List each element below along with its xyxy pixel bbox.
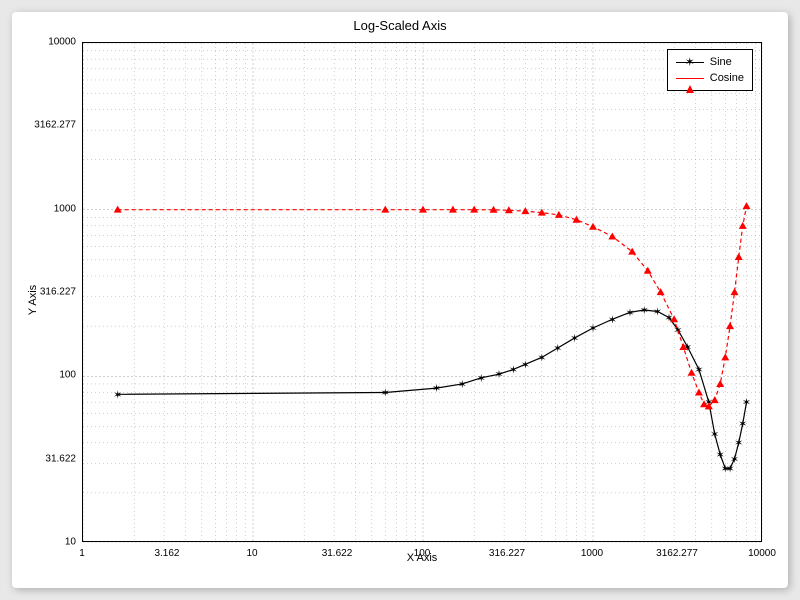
svg-text:✶: ✶: [570, 333, 579, 345]
chart-title: Log-Scaled Axis: [12, 18, 788, 33]
svg-text:✶: ✶: [625, 307, 634, 319]
data-layer: ✶✶✶✶✶✶✶✶✶✶✶✶✶✶✶✶✶✶✶✶✶✶✶✶✶✶✶✶✶: [83, 43, 763, 543]
x-tick: 10000: [748, 548, 776, 559]
x-tick: 1000: [581, 548, 603, 559]
svg-text:✶: ✶: [694, 364, 703, 376]
legend-item-cosine: Cosine: [676, 70, 744, 86]
svg-text:✶: ✶: [553, 343, 562, 355]
y-tick: 1000: [16, 203, 76, 214]
figure: Log-Scaled Axis Y Axis X Axis ✶✶✶✶✶✶✶✶✶✶…: [12, 12, 788, 588]
x-tick: 10: [246, 548, 257, 559]
y-tick: 3162.277: [16, 120, 76, 131]
svg-text:✶: ✶: [710, 429, 719, 441]
svg-text:✶: ✶: [730, 454, 739, 466]
y-tick: 100: [16, 370, 76, 381]
legend-swatch-cosine: [676, 72, 704, 84]
svg-text:✶: ✶: [458, 379, 467, 391]
legend-label: Cosine: [710, 72, 744, 84]
x-tick: 316.227: [489, 548, 525, 559]
x-tick: 31.622: [322, 548, 353, 559]
y-tick: 10000: [16, 37, 76, 48]
svg-text:✶: ✶: [521, 359, 530, 371]
svg-text:✶: ✶: [113, 389, 122, 401]
x-tick: 3162.277: [656, 548, 698, 559]
svg-text:✶: ✶: [738, 419, 747, 431]
plot-area: ✶✶✶✶✶✶✶✶✶✶✶✶✶✶✶✶✶✶✶✶✶✶✶✶✶✶✶✶✶ ✶ Sine Cos…: [82, 42, 762, 542]
svg-text:✶: ✶: [494, 369, 503, 381]
legend-item-sine: ✶ Sine: [676, 54, 744, 70]
x-tick: 1: [79, 548, 85, 559]
legend-swatch-sine: ✶: [676, 56, 704, 68]
y-tick: 316.227: [16, 287, 76, 298]
svg-text:✶: ✶: [588, 323, 597, 335]
svg-text:✶: ✶: [608, 314, 617, 326]
svg-text:✶: ✶: [381, 387, 390, 399]
svg-text:✶: ✶: [716, 449, 725, 461]
legend-label: Sine: [710, 56, 732, 68]
svg-text:✶: ✶: [509, 364, 518, 376]
svg-text:✶: ✶: [640, 305, 649, 317]
y-tick: 10: [16, 537, 76, 548]
legend: ✶ Sine Cosine: [667, 49, 753, 91]
y-tick: 31.622: [16, 453, 76, 464]
triangle-icon: [686, 73, 694, 85]
svg-text:✶: ✶: [477, 373, 486, 385]
svg-text:✶: ✶: [734, 438, 743, 450]
x-tick: 3.162: [154, 548, 179, 559]
x-tick: 100: [414, 548, 431, 559]
svg-text:✶: ✶: [432, 383, 441, 395]
svg-text:✶: ✶: [537, 352, 546, 364]
svg-text:✶: ✶: [742, 397, 751, 409]
svg-text:✶: ✶: [653, 306, 662, 318]
